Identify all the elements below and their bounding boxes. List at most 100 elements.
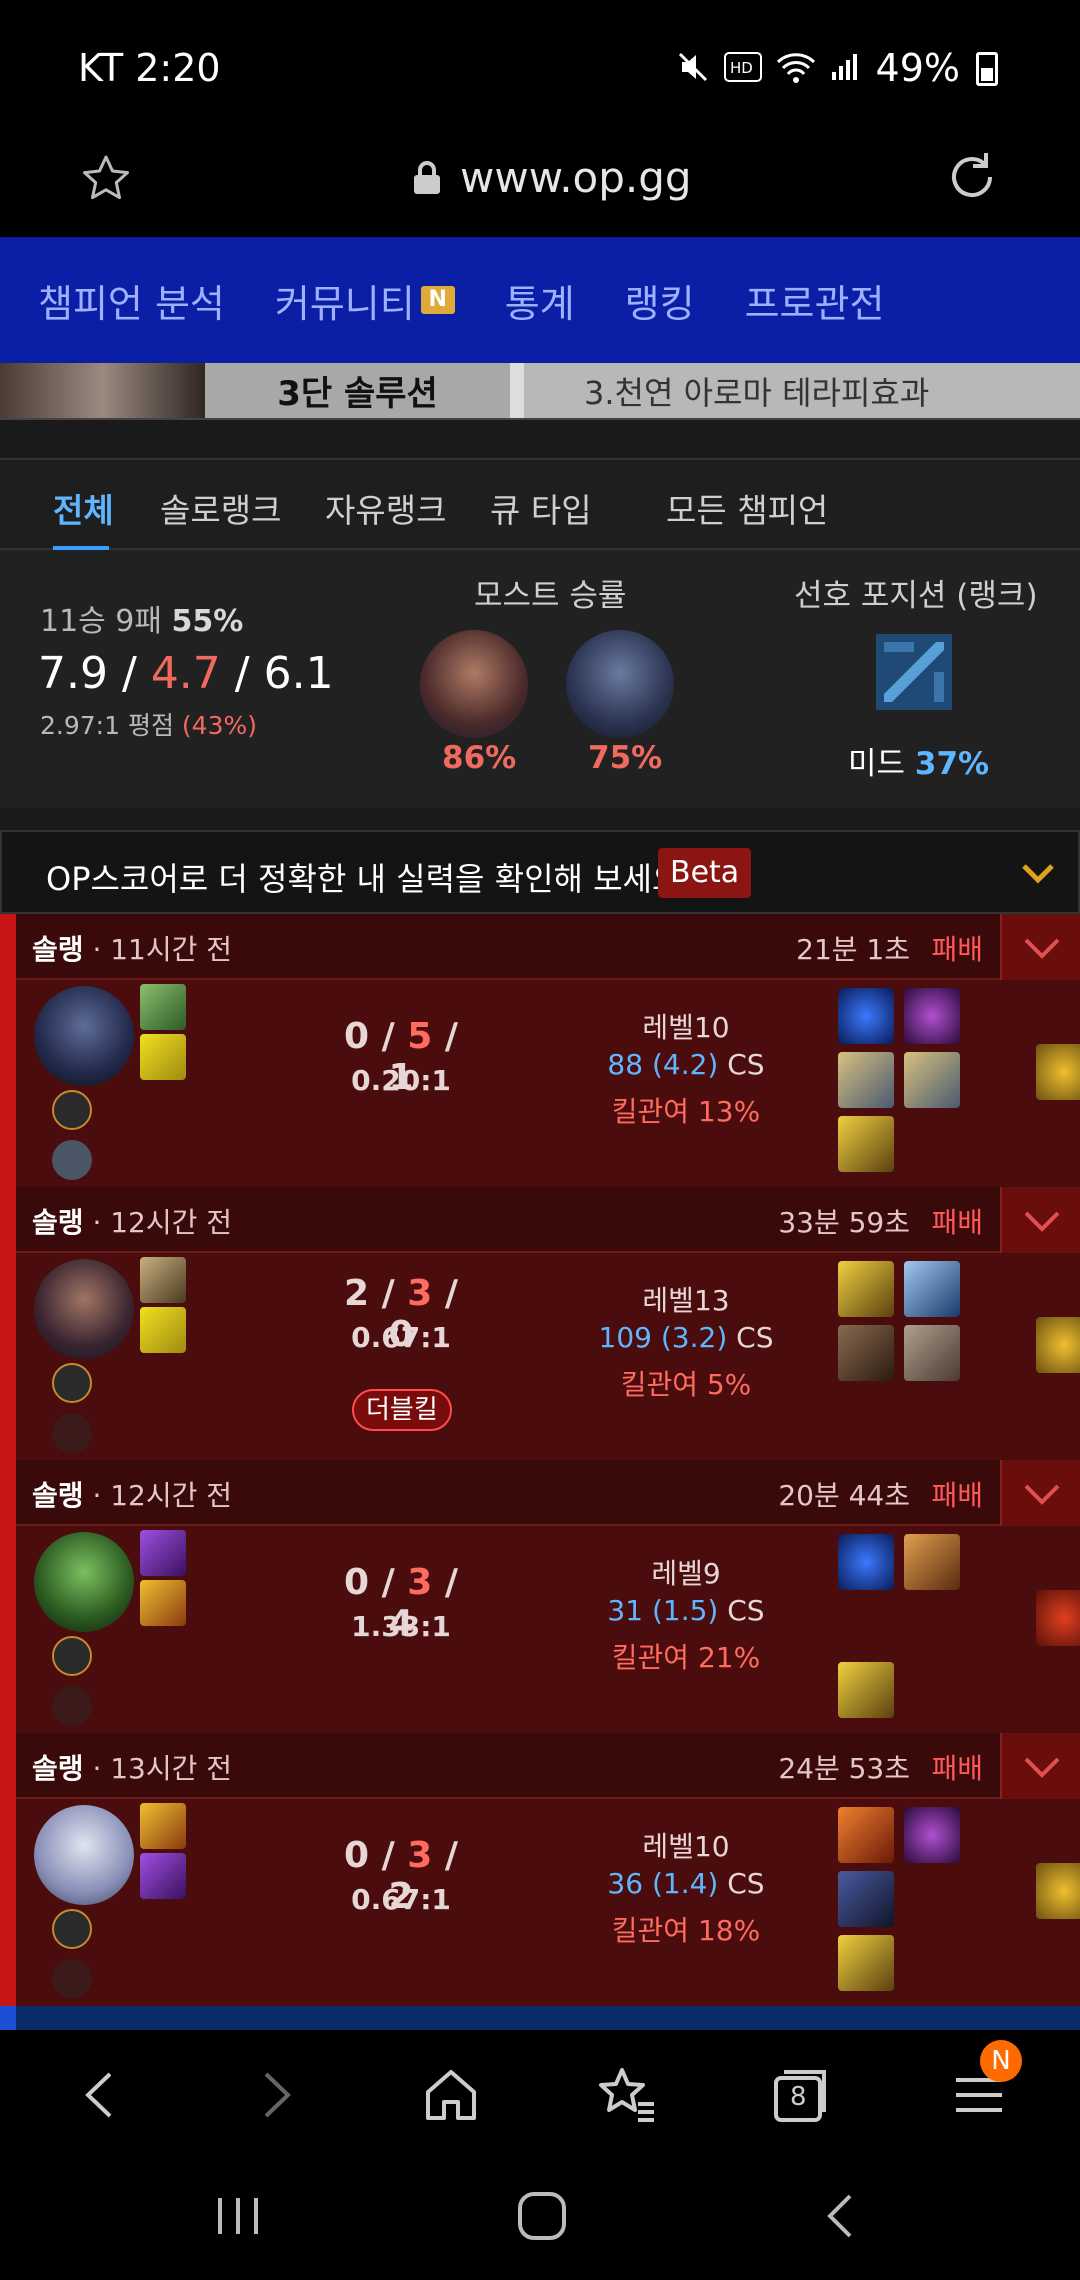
forward-icon[interactable]	[240, 2060, 310, 2130]
notification-badge: N	[980, 2040, 1022, 2082]
kda-separator: /	[234, 648, 250, 699]
ad-image	[0, 363, 205, 418]
keystone-rune-icon	[52, 1090, 92, 1130]
champion-avatar[interactable]	[420, 630, 528, 738]
secondary-rune-icon	[52, 1686, 92, 1726]
nav-pro-spectate[interactable]: 프로관전	[745, 273, 885, 328]
match-body: 2 / 3 / 0 0.67:1 더블킬 레벨13 109 (3.2) CS 킬…	[16, 1253, 1080, 1460]
tabs-button[interactable]: 8	[766, 2060, 836, 2130]
expand-button[interactable]	[1000, 1460, 1080, 1526]
system-back-icon[interactable]	[814, 2188, 870, 2244]
champion-level: 레벨9	[651, 1557, 721, 1590]
match-card[interactable]: 솔랭 · 12시간 전 33분 59초 패배 2 / 3 / 0 0.67:1 …	[0, 1187, 1080, 1460]
champion-avatar[interactable]	[34, 1532, 134, 1632]
home-icon[interactable]	[416, 2060, 486, 2130]
kda-ratio: 2.97:1 평점 (43%)	[40, 706, 257, 742]
browser-url-bar: www.op.gg	[0, 135, 1080, 237]
recent-apps-icon[interactable]	[210, 2188, 266, 2244]
most-winrate-title: 모스트 승률	[474, 578, 627, 614]
time-ago: · 13시간 전	[92, 1752, 233, 1785]
bookmark-star-icon[interactable]	[80, 153, 132, 205]
champion-avatar[interactable]	[34, 986, 134, 1086]
filter-tabs: 전체 솔로랭크 자유랭크 큐 타입 모든 챔피언	[0, 458, 1080, 551]
browser-toolbar: 8 N	[0, 2030, 1080, 2158]
cs-value: 31 (1.5)	[607, 1594, 719, 1627]
nav-ranking[interactable]: 랭킹	[625, 273, 695, 328]
win-loss: 11승 9패 55%	[40, 596, 243, 640]
champion-level: 레벨13	[642, 1284, 730, 1317]
bookmarks-icon[interactable]	[592, 2060, 662, 2130]
match-card[interactable]: 솔랭 · 12시간 전 20분 44초 패배 0 / 3 / 4 1.33:1 …	[0, 1460, 1080, 1733]
most-winrate-2: 75%	[588, 740, 663, 776]
url-field[interactable]: www.op.gg	[412, 153, 692, 202]
win-rate: 55%	[171, 604, 244, 639]
champion-avatar[interactable]	[566, 630, 674, 738]
next-match-card-partial	[0, 2006, 1080, 2030]
deaths: 3	[407, 1835, 433, 1876]
teleport-spell-icon	[140, 1257, 186, 1303]
time-ago: · 12시간 전	[92, 1479, 233, 1512]
keystone-rune-icon	[52, 1636, 92, 1676]
kda-separator: /	[381, 1562, 395, 1603]
cs-value: 88 (4.2)	[607, 1048, 719, 1081]
reload-icon[interactable]	[944, 149, 1000, 205]
win-loss-record: 11승 9패	[40, 604, 162, 639]
kills: 0	[343, 1016, 370, 1057]
new-badge: N	[420, 286, 455, 314]
match-card[interactable]: 솔랭 · 13시간 전 24분 53초 패배 0 / 3 / 2 0.67:1 …	[0, 1733, 1080, 2006]
item-icon	[838, 1052, 894, 1108]
kills: 0	[343, 1835, 370, 1876]
tab-flex-rank[interactable]: 자유랭크	[325, 484, 446, 532]
nav-champion-analysis[interactable]: 챔피언 분석	[38, 273, 225, 328]
champion-level: 레벨10	[642, 1830, 730, 1863]
champion-level: 레벨10	[642, 1011, 730, 1044]
nav-community-label: 커뮤니티	[274, 281, 415, 326]
battery-percent: 49%	[875, 46, 960, 90]
queue-type: 솔랭	[32, 1752, 84, 1785]
position-pct: 37%	[914, 746, 990, 782]
match-body: 0 / 5 / 1 0.20:1 레벨10 88 (4.2) CS 킬관여 13…	[16, 980, 1080, 1187]
smite-spell-icon	[140, 1530, 186, 1576]
item-icon	[904, 1534, 960, 1590]
tab-all[interactable]: 전체	[53, 484, 114, 532]
nav-community[interactable]: 커뮤니티 N	[275, 273, 455, 328]
tab-all-champions[interactable]: 모든 챔피언	[666, 484, 828, 532]
kill-participation: 킬관여 13%	[611, 1095, 761, 1128]
opscore-bar[interactable]: OP스코어로 더 정확한 내 실력을 확인해 보세요 Beta	[0, 830, 1080, 914]
item-icon	[904, 1261, 960, 1317]
match-card[interactable]: 솔랭 · 11시간 전 21분 1초 패배 0 / 5 / 1 0.20:1 레…	[0, 914, 1080, 1187]
match-duration: 21분 1초	[796, 933, 910, 966]
champion-avatar[interactable]	[34, 1259, 134, 1359]
kda-separator: /	[381, 1016, 395, 1057]
kill-participation: 킬관여 21%	[611, 1641, 761, 1674]
match-queue: 솔랭 · 11시간 전	[32, 928, 232, 968]
match-list: 솔랭 · 11시간 전 21분 1초 패배 0 / 5 / 1 0.20:1 레…	[0, 914, 1080, 2006]
opscore-text: OP스코어로 더 정확한 내 실력을 확인해 보세요	[46, 860, 682, 898]
back-icon[interactable]	[66, 2060, 136, 2130]
item-icon	[904, 988, 960, 1044]
match-queue: 솔랭 · 12시간 전	[32, 1474, 232, 1514]
smite-spell-icon	[140, 1853, 186, 1899]
time-ago: · 11시간 전	[92, 933, 233, 966]
kda-deaths: 4.7	[150, 648, 221, 699]
item-icon	[838, 1807, 894, 1863]
tab-solo-rank[interactable]: 솔로랭크	[160, 484, 281, 532]
expand-button[interactable]	[1000, 1187, 1080, 1253]
average-kda: 7.9 / 4.7 / 6.1	[38, 648, 334, 699]
ad-banner[interactable]: 3단 솔루션 3.천연 아로마 테라피효과	[0, 363, 1080, 418]
champion-avatar[interactable]	[34, 1805, 134, 1905]
expand-button[interactable]	[1000, 914, 1080, 980]
match-header: 솔랭 · 11시간 전 21분 1초 패배	[16, 914, 1080, 980]
queue-type: 솔랭	[32, 933, 84, 966]
nav-stats[interactable]: 통계	[505, 273, 575, 328]
home-button-icon[interactable]	[512, 2186, 572, 2246]
deaths: 5	[407, 1016, 433, 1057]
match-result: 패배	[931, 1752, 983, 1785]
wifi-icon	[776, 53, 816, 83]
item-icon	[838, 1325, 894, 1381]
keystone-rune-icon	[52, 1909, 92, 1949]
chevron-down-icon[interactable]	[1018, 854, 1058, 894]
kill-participation: 킬관여 18%	[611, 1914, 761, 1947]
expand-button[interactable]	[1000, 1733, 1080, 1799]
tab-queue-type[interactable]: 큐 타입	[490, 484, 592, 532]
